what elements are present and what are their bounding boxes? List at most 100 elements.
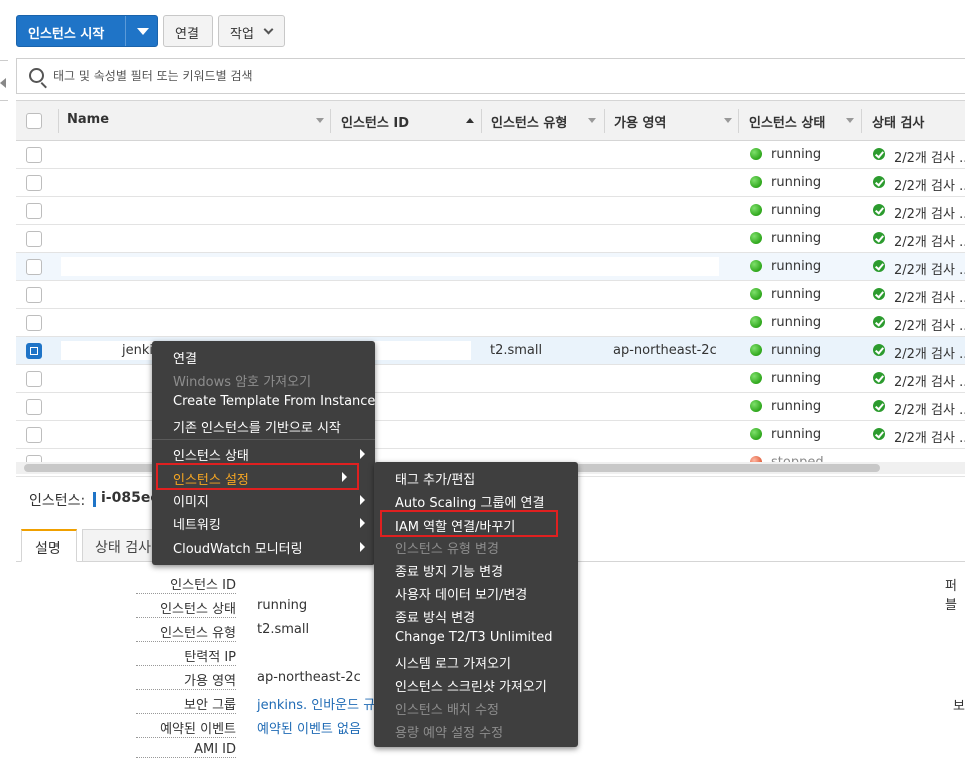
column-separator — [738, 109, 739, 133]
menu-item-label: 태그 추가/편집 — [395, 473, 476, 488]
table-row[interactable]: running 2/2개 검사 ... — [16, 309, 965, 337]
running-status-icon — [750, 344, 762, 356]
column-header-instance-id[interactable]: 인스턴스 ID — [341, 112, 409, 131]
tab-description-label: 설명 — [35, 541, 61, 557]
running-status-icon — [750, 372, 762, 384]
table-row[interactable]: running 2/2개 검사 ... — [16, 225, 965, 253]
context-menu-item[interactable]: 연결 — [152, 345, 375, 368]
context-menu-item[interactable]: Create Template From Instance — [152, 391, 375, 414]
check-passed-icon — [873, 204, 885, 216]
launch-instance-label: 인스턴스 시작 — [28, 27, 105, 42]
context-menu-item[interactable]: CloudWatch 모니터링 — [152, 535, 375, 558]
menu-item-label: IAM 역할 연결/바꾸기 — [395, 520, 516, 535]
tab-status-checks[interactable]: 상태 검사 — [82, 529, 162, 562]
collapse-sidebar-icon[interactable] — [0, 78, 6, 88]
running-status-icon — [750, 204, 762, 216]
row-checkbox[interactable] — [26, 259, 42, 275]
submenu-item[interactable]: 태그 추가/편집 — [374, 466, 578, 489]
field-label: 보안 그룹 — [136, 694, 236, 714]
row-checkbox[interactable] — [26, 371, 42, 387]
row-checkbox[interactable] — [26, 427, 42, 443]
divider — [0, 100, 8, 101]
table-row[interactable]: running 2/2개 검사 ... — [16, 141, 965, 169]
running-status-icon — [750, 232, 762, 244]
menu-divider — [152, 439, 375, 440]
context-menu-item: Windows 암호 가져오기 — [152, 368, 375, 391]
sort-icon[interactable] — [724, 118, 732, 123]
submenu-item[interactable]: 인스턴스 스크린샷 가져오기 — [374, 673, 578, 696]
column-header-instance-state[interactable]: 인스턴스 상태 — [749, 112, 825, 131]
actions-label: 작업 — [230, 27, 254, 42]
instance-settings-submenu: 태그 추가/편집 Auto Scaling 그룹에 연결 IAM 역할 연결/바꾸기… — [374, 462, 578, 747]
context-menu-item[interactable]: 네트워킹 — [152, 511, 375, 534]
check-passed-icon — [873, 428, 885, 440]
row-checkbox[interactable] — [26, 203, 42, 219]
check-passed-icon — [873, 344, 885, 356]
button-separator — [125, 16, 126, 46]
column-header-availability-zone[interactable]: 가용 영역 — [614, 112, 666, 131]
row-checkbox[interactable] — [26, 147, 42, 163]
field-label: 예약된 이벤트 — [136, 718, 236, 738]
row-checkbox[interactable] — [26, 175, 42, 191]
menu-item-label: 인스턴스 상태 — [173, 449, 249, 464]
field-value-link[interactable]: jenkins. 인바운드 규 — [257, 694, 375, 713]
tab-description[interactable]: 설명 — [21, 529, 77, 562]
cell-status-checks: 2/2개 검사 ... — [894, 207, 965, 222]
table-row[interactable]: running 2/2개 검사 ... — [16, 169, 965, 197]
cell-instance-state: running — [771, 231, 822, 246]
submenu-item[interactable]: IAM 역할 연결/바꾸기 — [380, 510, 558, 537]
submenu-item[interactable]: Auto Scaling 그룹에 연결 — [374, 489, 578, 512]
menu-item-label: Change T2/T3 Unlimited — [395, 630, 553, 645]
row-checkbox[interactable] — [26, 287, 42, 303]
field-label: 탄력적 IP — [136, 646, 236, 666]
field-value: t2.small — [257, 622, 310, 637]
chevron-down-icon[interactable] — [137, 28, 149, 35]
menu-item-label: Create Template From Instance — [173, 394, 376, 409]
field-value-link[interactable]: 예약된 이벤트 없음 — [257, 718, 361, 737]
column-header-instance-type[interactable]: 인스턴스 유형 — [491, 112, 567, 131]
sort-icon[interactable] — [588, 118, 596, 123]
search-input[interactable] — [53, 66, 933, 86]
field-label: AMI ID — [136, 742, 236, 758]
submenu-item[interactable]: 사용자 데이터 보기/변경 — [374, 581, 578, 604]
column-separator — [58, 109, 59, 133]
running-status-icon — [750, 260, 762, 272]
search-bar[interactable] — [16, 58, 965, 94]
chevron-right-icon — [360, 449, 365, 459]
sort-ascending-icon[interactable] — [466, 118, 474, 123]
field-label: 인스턴스 ID — [136, 574, 236, 594]
chevron-right-icon — [360, 542, 365, 552]
column-separator — [481, 109, 482, 133]
submenu-item[interactable]: 종료 방지 기능 변경 — [374, 558, 578, 581]
check-passed-icon — [873, 232, 885, 244]
context-menu-item[interactable]: 인스턴스 설정 — [156, 463, 359, 490]
launch-instance-button[interactable]: 인스턴스 시작 — [16, 15, 158, 47]
tab-status-checks-label: 상태 검사 — [95, 540, 151, 556]
column-header-name[interactable]: Name — [67, 112, 109, 127]
sort-icon[interactable] — [846, 118, 854, 123]
menu-item-label: 네트워킹 — [173, 518, 221, 533]
cell-status-checks: 2/2개 검사 ... — [894, 291, 965, 306]
cell-instance-state: running — [771, 315, 822, 330]
table-row[interactable]: running 2/2개 검사 ... — [16, 281, 965, 309]
row-checkbox[interactable] — [26, 231, 42, 247]
submenu-item[interactable]: Change T2/T3 Unlimited — [374, 627, 578, 650]
row-checkbox[interactable] — [26, 399, 42, 415]
table-row[interactable]: running 2/2개 검사 ... — [16, 197, 965, 225]
context-menu-item[interactable]: 이미지 — [152, 488, 375, 511]
row-checkbox[interactable] — [26, 315, 42, 331]
context-menu-item[interactable]: 인스턴스 상태 — [152, 442, 375, 465]
menu-item-label: 용량 예약 설정 수정 — [395, 726, 504, 741]
connect-button[interactable]: 연결 — [163, 15, 213, 47]
column-header-status-checks[interactable]: 상태 검사 — [872, 112, 924, 131]
instance-id-marker — [93, 492, 96, 507]
menu-item-label: CloudWatch 모니터링 — [173, 542, 303, 557]
actions-button[interactable]: 작업 — [218, 15, 285, 47]
context-menu-item[interactable]: 기존 인스턴스를 기반으로 시작 — [152, 414, 375, 437]
submenu-item[interactable]: 종료 방식 변경 — [374, 604, 578, 627]
submenu-item[interactable]: 시스템 로그 가져오기 — [374, 650, 578, 673]
select-all-checkbox[interactable] — [26, 113, 42, 129]
row-checkbox[interactable] — [26, 343, 42, 359]
sort-icon[interactable] — [316, 118, 324, 123]
table-row[interactable]: running 2/2개 검사 ... — [16, 253, 965, 281]
